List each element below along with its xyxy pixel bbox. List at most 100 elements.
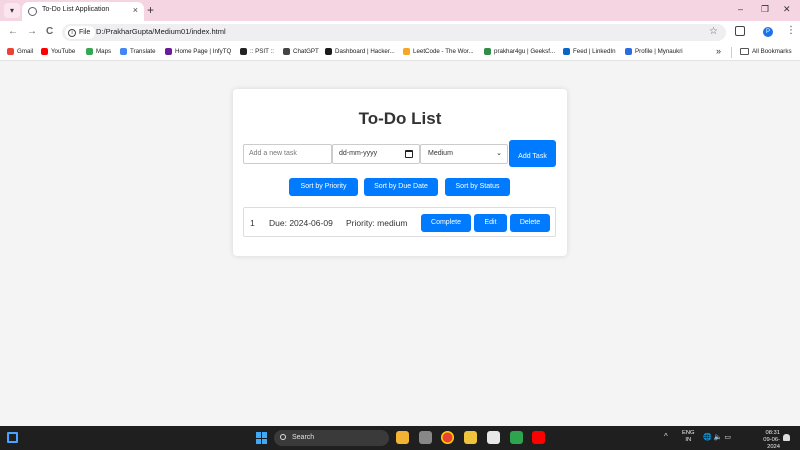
bookmark-item[interactable]: Profile | Mynaukri (625, 48, 683, 55)
bookmark-item[interactable]: prakhar4gu | Geeksf... (484, 48, 555, 55)
bookmarks-divider (731, 47, 732, 58)
date-placeholder: dd-mm-yyyy (339, 150, 378, 157)
widgets-icon[interactable] (7, 432, 18, 443)
taskbar-search[interactable]: Search (274, 430, 389, 446)
taskbar-search-label: Search (292, 434, 315, 441)
globe-icon (28, 7, 37, 16)
bookmark-item[interactable]: YouTube (41, 48, 75, 55)
sort-by-status-button[interactable]: Sort by Status (445, 178, 510, 196)
bookmark-item[interactable]: Home Page | InfyTQ (165, 48, 231, 55)
search-icon (280, 434, 286, 440)
hidden-icons-chevron-icon[interactable]: ^ (664, 432, 668, 441)
system-tray-icons[interactable]: 🌐 🔈 ▭ (703, 433, 731, 441)
bookmark-item[interactable]: Gmail (7, 48, 33, 55)
task-name: 1 (250, 218, 255, 228)
bookmark-star-icon[interactable]: ☆ (709, 26, 718, 37)
bookmark-item[interactable]: LeetCode - The Wor... (403, 48, 474, 55)
clock[interactable]: 08:31 09-06-2024 (757, 430, 780, 450)
bookmark-favicon-icon (325, 48, 332, 55)
file-explorer-icon[interactable] (464, 431, 477, 444)
site-info-chip[interactable]: i File (65, 26, 96, 39)
task-due-date: Due: 2024-06-09 (269, 218, 333, 228)
all-bookmarks-label: All Bookmarks (752, 48, 792, 55)
taskbar: Search ^ ENG IN 🌐 🔈 ▭ 08:31 09-06-2024 (0, 426, 800, 450)
bookmark-favicon-icon (403, 48, 410, 55)
bookmark-favicon-icon (625, 48, 632, 55)
copilot-app-icon[interactable] (396, 431, 409, 444)
due-date-input[interactable]: dd-mm-yyyy (332, 144, 420, 164)
bookmarks-overflow-button[interactable]: » (716, 46, 721, 56)
active-tab[interactable]: To-Do List Application × (22, 2, 144, 21)
bookmark-item[interactable]: Translate (120, 48, 156, 55)
bookmarks-bar: » All Bookmarks Gmail YouTube Maps Translat… (0, 44, 800, 61)
minimize-button[interactable]: – (738, 4, 743, 14)
bookmark-favicon-icon (563, 48, 570, 55)
bookmark-label: Gmail (17, 48, 34, 55)
priority-select[interactable]: Medium ⌄ (420, 144, 508, 164)
windows-start-icon[interactable] (256, 432, 268, 444)
store-app-icon[interactable] (487, 431, 500, 444)
page-title: To-Do List (358, 109, 442, 128)
file-chip-label: File (79, 29, 91, 36)
calendar-icon[interactable] (405, 150, 413, 158)
task-view-icon[interactable] (419, 431, 432, 444)
bookmark-label: ChatGPT (293, 48, 319, 55)
bookmark-favicon-icon (7, 48, 14, 55)
browser-menu-icon[interactable]: ⋮ (786, 25, 796, 36)
bookmark-favicon-icon (240, 48, 247, 55)
bookmark-item[interactable]: Maps (86, 48, 111, 55)
language-code: ENG (682, 430, 695, 436)
todo-card: To-Do List Add a new task dd-mm-yyyy Med… (233, 89, 567, 256)
chrome-app-icon[interactable] (441, 431, 454, 444)
sort-by-priority-button[interactable]: Sort by Priority (289, 178, 358, 196)
tab-title: To-Do List Application (42, 6, 110, 13)
task-input[interactable]: Add a new task (243, 144, 332, 164)
info-icon: i (68, 28, 76, 37)
language-indicator[interactable]: ENG IN (682, 430, 695, 444)
clock-date: 09-06-2024 (763, 437, 780, 450)
forward-button[interactable]: → (27, 26, 37, 37)
bookmark-item[interactable]: Feed | LinkedIn (563, 48, 616, 55)
bookmark-item[interactable]: :: PSIT :: (240, 48, 274, 55)
bookmark-label: Home Page | InfyTQ (175, 48, 232, 55)
bookmark-label: Feed | LinkedIn (573, 48, 616, 55)
reload-button[interactable]: C (46, 26, 53, 37)
add-task-button[interactable]: Add Task (509, 140, 556, 167)
edit-button[interactable]: Edit (474, 214, 507, 232)
bookmark-label: :: PSIT :: (250, 48, 274, 55)
tab-close-button[interactable]: × (133, 5, 138, 15)
profile-avatar[interactable]: P (763, 27, 773, 37)
folder-icon (740, 48, 749, 55)
photos-app-icon[interactable] (510, 431, 523, 444)
all-bookmarks-button[interactable]: All Bookmarks (740, 48, 792, 55)
maximize-button[interactable]: ❐ (761, 4, 769, 15)
bookmark-item[interactable]: Dashboard | Hacker... (325, 48, 395, 55)
bookmark-label: Profile | Mynaukri (635, 48, 683, 55)
delete-button[interactable]: Delete (510, 214, 550, 232)
bookmark-favicon-icon (165, 48, 172, 55)
new-tab-button[interactable]: + (147, 3, 154, 17)
bookmark-item[interactable]: ChatGPT (283, 48, 319, 55)
close-window-button[interactable]: ✕ (783, 4, 791, 15)
sort-by-due-date-button[interactable]: Sort by Due Date (364, 178, 438, 196)
extensions-icon[interactable] (735, 26, 745, 36)
task-priority: Priority: medium (346, 218, 408, 228)
notification-bell-icon[interactable] (783, 434, 790, 441)
youtube-app-icon[interactable] (532, 431, 545, 444)
bookmark-label: LeetCode - The Wor... (413, 48, 474, 55)
tab-strip: ▾ To-Do List Application × + – ❐ ✕ (0, 0, 800, 21)
browser-toolbar: ← → C i File D:/PrakharGupta/Medium01/in… (0, 21, 800, 44)
tab-search-icon[interactable]: ▾ (4, 3, 20, 18)
bookmark-favicon-icon (120, 48, 127, 55)
complete-button[interactable]: Complete (421, 214, 471, 232)
bookmark-favicon-icon (484, 48, 491, 55)
priority-selected-value: Medium (428, 150, 453, 157)
url-text[interactable]: D:/PrakharGupta/Medium01/index.html (96, 27, 226, 36)
back-button[interactable]: ← (8, 26, 18, 37)
bookmark-favicon-icon (86, 48, 93, 55)
bookmark-label: Dashboard | Hacker... (335, 48, 395, 55)
bookmark-label: Maps (96, 48, 112, 55)
bookmark-label: YouTube (51, 48, 76, 55)
clock-time: 08:31 (765, 430, 780, 436)
address-bar[interactable]: i File D:/PrakharGupta/Medium01/index.ht… (62, 24, 726, 41)
